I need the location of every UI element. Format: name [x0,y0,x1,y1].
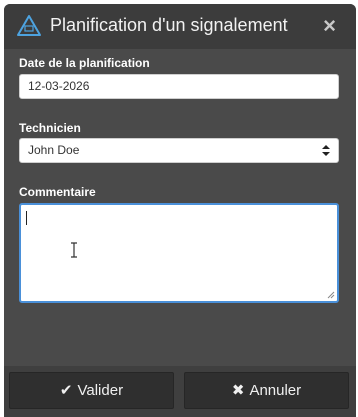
valider-label: Valider [77,382,124,399]
commentaire-label: Commentaire [19,185,96,199]
planification-dialog: Planification d'un signalement × Date de… [4,4,356,417]
valider-button[interactable]: ✔ Valider [9,372,174,409]
date-field[interactable]: 12-03-2026 [19,74,339,99]
select-arrows-icon [322,145,330,156]
text-cursor [26,211,27,225]
ibeam-cursor-icon [71,242,77,258]
dialog-footer: ✔ Valider ✖ Annuler [4,366,356,417]
dialog-title: Planification d'un signalement [50,15,288,35]
close-icon[interactable]: × [323,15,336,37]
annuler-label: Annuler [249,382,302,399]
warning-triangle-icon [17,15,41,36]
technicien-selected-value: John Doe [28,143,80,157]
check-icon: ✔ [59,382,73,399]
annuler-button[interactable]: ✖ Annuler [184,372,349,409]
technicien-label: Technicien [19,121,81,135]
technicien-select[interactable]: John Doe [19,138,339,163]
times-icon: ✖ [231,382,245,399]
dialog-header: Planification d'un signalement × [4,4,356,49]
resize-grip-icon[interactable] [326,290,335,299]
commentaire-textarea[interactable] [19,203,339,303]
date-label: Date de la planification [19,56,150,70]
